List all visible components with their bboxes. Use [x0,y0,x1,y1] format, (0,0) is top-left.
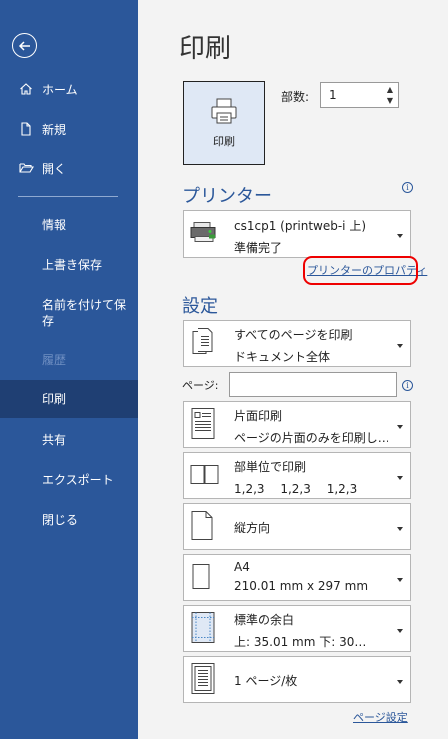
setting-line2: 1,2,3 1,2,3 1,2,3 [234,482,358,496]
copies-input[interactable]: 1 ▲ ▼ [320,82,399,108]
printer-device-icon [190,221,218,248]
margins-dropdown[interactable]: 標準の余白 上: 35.01 mm 下: 30… [183,605,411,652]
setting-line1: 1 ページ/枚 [234,674,298,688]
highlight-annotation [303,256,418,285]
spin-up-icon[interactable]: ▲ [387,85,393,94]
page-title: 印刷 [179,34,232,64]
chevron-down-icon [397,577,403,582]
back-arrow-icon[interactable] [12,33,37,58]
setting-line1: 標準の余白 [234,613,295,627]
pages-icon [190,327,218,360]
setting-line1: 縦方向 [234,521,271,535]
chevron-down-icon [397,424,403,429]
orientation-dropdown[interactable]: 縦方向 [183,503,411,550]
collation-dropdown[interactable]: 部単位で印刷 1,2,3 1,2,3 1,2,3 [183,452,411,499]
nav-item-save-as[interactable]: 名前を付けて保存 [0,297,126,329]
print-button-label: 印刷 [213,134,235,148]
pages-label: ページ: [182,379,219,392]
nav-item-home[interactable]: ホーム [0,81,138,97]
pages-input[interactable] [229,372,397,397]
nav-item-new[interactable]: 新規 [0,121,138,137]
paper-size-dropdown[interactable]: A4 210.01 mm x 297 mm [183,554,411,601]
nav-item-export[interactable]: エクスポート [0,472,138,488]
info-icon[interactable]: i [402,380,413,391]
nav-item-share[interactable]: 共有 [0,432,138,448]
printer-status: 準備完了 [234,241,283,255]
print-button[interactable]: 印刷 [183,81,265,165]
nav-item-close[interactable]: 閉じる [0,512,138,528]
nav-item-label: 新規 [42,122,67,137]
nav-item-label: 開く [42,161,67,176]
copies-label: 部数: [281,90,310,104]
backstage-sidebar: ホーム 新規 開く 情報 上書き保存 名前を付けて保存 履歴 印刷 共有 エクス… [0,0,138,739]
copies-spinner[interactable]: ▲ ▼ [385,85,395,105]
setting-line1: 部単位で印刷 [234,460,307,474]
spin-down-icon[interactable]: ▼ [387,96,393,105]
paper-size-icon [190,562,214,593]
chevron-down-icon [397,475,403,480]
chevron-down-icon [397,526,403,531]
portrait-icon [190,510,214,543]
new-document-icon [18,121,34,137]
collate-icon [190,464,220,487]
margins-icon [190,611,216,646]
nav-item-save[interactable]: 上書き保存 [0,257,138,273]
home-icon [18,81,34,97]
nav-item-print[interactable]: 印刷 [0,380,138,418]
one-sided-icon [190,407,218,442]
chevron-down-icon [397,343,403,348]
nav-divider [18,196,118,197]
nav-item-info[interactable]: 情報 [0,217,138,233]
info-icon[interactable]: i [402,182,413,193]
chevron-down-icon [397,628,403,633]
print-pane: 印刷 印刷 部数: 1 ▲ ▼ プリンター i cs1cp1 (printweb… [138,0,448,739]
settings-section-title: 設定 [182,296,218,317]
setting-line2: 210.01 mm x 297 mm [234,579,369,593]
print-range-dropdown[interactable]: すべてのページを印刷 ドキュメント全体 [183,320,411,367]
printer-dropdown[interactable]: cs1cp1 (printweb-i 上) 準備完了 [183,210,411,258]
sides-dropdown[interactable]: 片面印刷 ページの片面のみを印刷し… [183,401,411,448]
setting-line2: 上: 35.01 mm 下: 30… [234,635,367,649]
page-setup-link[interactable]: ページ設定 [353,709,408,725]
folder-open-icon [18,160,34,176]
printer-name: cs1cp1 (printweb-i 上) [234,219,367,233]
setting-line2: ページの片面のみを印刷し… [234,431,388,445]
setting-line1: A4 [234,560,250,574]
pages-per-sheet-icon [190,662,216,697]
chevron-down-icon [397,234,403,238]
setting-line1: すべてのページを印刷 [234,328,353,342]
printer-section-title: プリンター [182,186,272,207]
printer-icon [210,98,238,127]
chevron-down-icon [397,679,403,684]
pages-per-sheet-dropdown[interactable]: 1 ページ/枚 [183,656,411,703]
nav-item-label: ホーム [42,82,78,97]
copies-value: 1 [329,88,337,102]
nav-item-history: 履歴 [42,353,67,367]
setting-line1: 片面印刷 [234,409,283,423]
setting-line2: ドキュメント全体 [234,350,331,364]
nav-item-open[interactable]: 開く [0,160,138,176]
